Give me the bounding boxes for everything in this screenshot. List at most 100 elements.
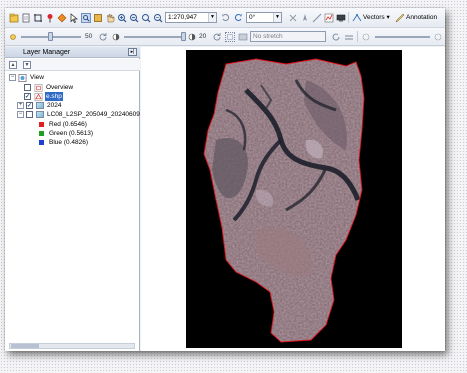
cursor-icon[interactable] bbox=[69, 13, 79, 23]
overview-checkbox[interactable] bbox=[24, 84, 31, 91]
stretch-combobox[interactable]: No stretch bbox=[250, 31, 326, 42]
stretch-type-icon[interactable] bbox=[238, 32, 248, 42]
overview-label: Overview bbox=[46, 84, 74, 91]
green-band-swatch bbox=[39, 131, 44, 136]
raster-image[interactable] bbox=[186, 50, 402, 348]
rotation-combobox[interactable]: 0° ▼ bbox=[246, 12, 282, 23]
tree-item-2024[interactable]: + ✓ 2024 bbox=[5, 101, 140, 110]
band-item-red[interactable]: Red (0.6546) bbox=[5, 120, 140, 129]
e-shp-label: e.shp bbox=[45, 92, 63, 101]
contrast-icon bbox=[111, 32, 121, 42]
stretch-value: No stretch bbox=[253, 33, 283, 40]
reset-stretch-icon[interactable] bbox=[331, 32, 341, 42]
measure-icon[interactable] bbox=[312, 13, 322, 23]
contrast-value: 20 bbox=[199, 33, 207, 40]
tree-item-e-shp[interactable]: ✓ e.shp bbox=[5, 92, 140, 101]
layer-tree-scrollbar[interactable] bbox=[9, 343, 135, 349]
move-down-icon[interactable]: ▼ bbox=[23, 61, 31, 69]
green-band-label: Green (0.5613) bbox=[49, 130, 94, 137]
collapse-icon[interactable]: − bbox=[17, 111, 24, 118]
chevron-down-icon[interactable]: ▼ bbox=[208, 13, 216, 22]
contrast-slider[interactable] bbox=[124, 36, 186, 38]
contrast-icon bbox=[187, 32, 197, 42]
annotation-menu-button[interactable]: Annotation bbox=[406, 13, 437, 22]
raster-layer-icon bbox=[36, 111, 44, 118]
2024-checkbox[interactable]: ✓ bbox=[26, 102, 33, 109]
toolbar-separator bbox=[348, 12, 349, 23]
tree-item-overview[interactable]: Overview bbox=[5, 83, 140, 92]
select-icon[interactable] bbox=[93, 13, 103, 23]
layer-tree: − View Overview ✓ e.shp + ✓ 2024 − LC08_… bbox=[5, 73, 140, 338]
open-icon[interactable] bbox=[21, 13, 31, 23]
zoom-out-icon[interactable] bbox=[129, 13, 139, 23]
blue-band-label: Blue (0.4826) bbox=[49, 139, 89, 146]
e-shp-checkbox[interactable]: ✓ bbox=[24, 93, 31, 100]
stretch-settings-icon[interactable] bbox=[344, 32, 354, 42]
crop-icon[interactable] bbox=[33, 13, 43, 23]
chevron-down-icon[interactable]: ▼ bbox=[273, 13, 281, 22]
layer-manager-panel: Layer Manager ▸| ▲ ▼ − View Overview ✓ e… bbox=[5, 47, 140, 351]
move-up-icon[interactable]: ▲ bbox=[9, 61, 17, 69]
flip-icon[interactable] bbox=[288, 13, 298, 23]
vectors-label: Vectors bbox=[363, 14, 385, 21]
envi-main-window: 1:270,947 ▼ 0° ▼ Vectors ▾ Annotation 50… bbox=[5, 8, 445, 351]
band-item-blue[interactable]: Blue (0.4826) bbox=[5, 138, 140, 147]
rotation-value: 0° bbox=[249, 14, 256, 21]
contrast-slider-thumb[interactable] bbox=[181, 32, 186, 41]
zoom-fixed-in-icon[interactable] bbox=[141, 13, 151, 23]
zoom-fixed-out-icon[interactable] bbox=[153, 13, 163, 23]
image-view[interactable] bbox=[141, 47, 445, 351]
brightness-icon bbox=[8, 32, 18, 42]
toolbar-separator bbox=[357, 31, 358, 42]
pan-icon[interactable] bbox=[105, 13, 115, 23]
vectors-icon[interactable] bbox=[352, 13, 362, 23]
stretch-box-icon[interactable] bbox=[225, 32, 235, 42]
transparency-slider[interactable] bbox=[375, 36, 430, 38]
tree-root-view[interactable]: − View bbox=[5, 73, 140, 82]
zoom-box-icon[interactable] bbox=[81, 13, 91, 23]
refresh-icon[interactable] bbox=[212, 32, 222, 42]
blue-band-swatch bbox=[39, 140, 44, 145]
annotation-label: Annotation bbox=[406, 14, 438, 21]
scale-value: 1:270,947 bbox=[168, 14, 197, 21]
chevron-down-icon: ▾ bbox=[386, 14, 390, 21]
view-icon bbox=[18, 73, 27, 82]
layer-manager-title: Layer Manager bbox=[23, 49, 71, 56]
scrollbar-thumb[interactable] bbox=[11, 344, 39, 348]
zoom-in-icon[interactable] bbox=[117, 13, 127, 23]
transparency-icon bbox=[433, 32, 443, 42]
brightness-value: 50 bbox=[85, 33, 93, 40]
layer-manager-title-bar: Layer Manager ▸| bbox=[5, 47, 140, 58]
raster-layer-icon bbox=[36, 102, 44, 109]
scale-combobox[interactable]: 1:270,947 ▼ bbox=[165, 12, 217, 23]
chart-icon[interactable] bbox=[324, 13, 334, 23]
annotation-icon[interactable] bbox=[395, 13, 405, 23]
target-icon[interactable] bbox=[57, 13, 67, 23]
satellite-image bbox=[186, 50, 402, 348]
red-band-label: Red (0.6546) bbox=[49, 121, 87, 128]
collapse-icon[interactable]: − bbox=[9, 74, 16, 81]
band-item-green[interactable]: Green (0.5613) bbox=[5, 129, 140, 138]
red-band-swatch bbox=[39, 122, 44, 127]
transparency-icon bbox=[361, 32, 371, 42]
display-icon[interactable] bbox=[336, 13, 346, 23]
refresh-icon[interactable] bbox=[98, 32, 108, 42]
rotate-right-icon[interactable] bbox=[233, 13, 243, 23]
lc08-checkbox[interactable] bbox=[26, 111, 33, 118]
layer-manager-toolbar: ▲ ▼ bbox=[5, 59, 140, 71]
pin-icon[interactable] bbox=[45, 13, 55, 23]
2024-label: 2024 bbox=[47, 102, 62, 109]
rotate-left-icon[interactable] bbox=[221, 13, 231, 23]
vector-layer-icon bbox=[34, 92, 43, 101]
north-arrow-icon[interactable] bbox=[300, 13, 310, 23]
main-toolbar: 1:270,947 ▼ 0° ▼ Vectors ▾ Annotation bbox=[5, 8, 445, 28]
vectors-menu-button[interactable]: Vectors ▾ bbox=[363, 13, 390, 22]
tree-item-lc08[interactable]: − LC08_L2SP_205049_20240609 bbox=[5, 110, 140, 119]
enhancement-toolbar: 50 20 No stretch bbox=[5, 28, 445, 46]
pin-panel-icon[interactable]: ▸| bbox=[128, 48, 137, 56]
lc08-label: LC08_L2SP_205049_20240609 bbox=[47, 111, 140, 118]
tree-root-label: View bbox=[30, 74, 44, 81]
new-icon[interactable] bbox=[9, 13, 19, 23]
expand-icon[interactable]: + bbox=[17, 102, 24, 109]
brightness-slider-thumb[interactable] bbox=[48, 32, 53, 41]
